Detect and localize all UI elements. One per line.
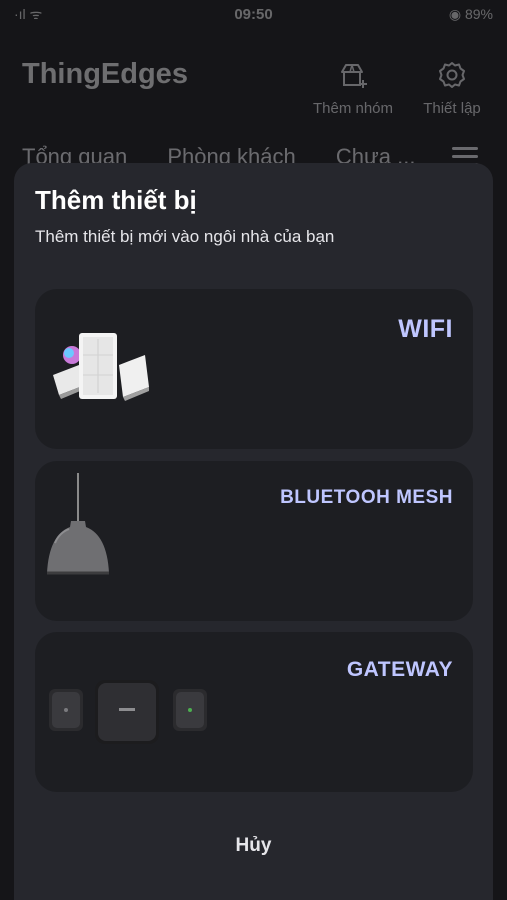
- bluetooth-mesh-option-card[interactable]: BLUETOOH MESH: [35, 461, 473, 621]
- gateway-option-card[interactable]: GATEWAY: [35, 632, 473, 792]
- add-group-label: Thêm nhóm: [312, 100, 394, 117]
- sheet-title: Thêm thiết bị: [35, 185, 197, 215]
- add-device-sheet: Thêm thiết bị Thêm thiết bị mới vào ngôi…: [14, 163, 493, 900]
- pendant-lamp-image: [45, 473, 115, 577]
- sheet-subtitle: Thêm thiết bị mới vào ngôi nhà của bạn: [35, 227, 335, 246]
- bluetooth-mesh-label: BLUETOOH MESH: [280, 487, 453, 508]
- gear-icon: [437, 60, 467, 90]
- add-group-button[interactable]: Thêm nhóm: [306, 60, 400, 117]
- add-home-icon: [338, 60, 368, 90]
- settings-label: Thiết lập: [423, 100, 481, 117]
- wifi-label: WIFI: [398, 315, 453, 343]
- wifi-option-card[interactable]: WIFI: [35, 289, 473, 449]
- cancel-button[interactable]: Hủy: [14, 835, 493, 857]
- gateway-devices-image: [49, 680, 209, 746]
- app-title: ThingEdges: [22, 58, 188, 90]
- gateway-label: GATEWAY: [346, 658, 453, 681]
- settings-button[interactable]: Thiết lập: [414, 60, 490, 117]
- wifi-devices-image: [49, 325, 159, 405]
